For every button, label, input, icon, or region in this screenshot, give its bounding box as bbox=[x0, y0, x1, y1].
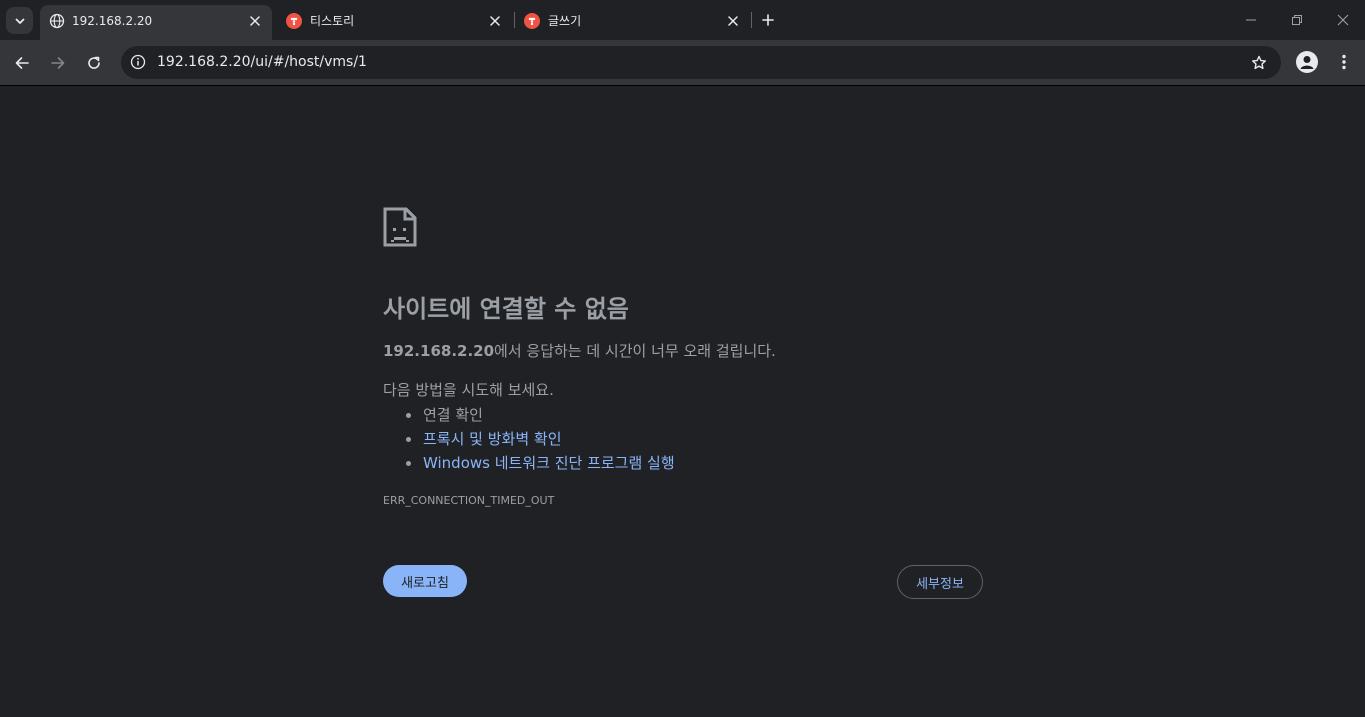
tab-search-button[interactable] bbox=[6, 7, 33, 34]
tistory-icon bbox=[524, 13, 540, 29]
tab-active[interactable]: 192.168.2.20 bbox=[40, 5, 272, 40]
kebab-menu-icon bbox=[1342, 54, 1346, 70]
close-tab-button[interactable] bbox=[248, 14, 262, 28]
arrow-right-icon bbox=[51, 57, 65, 69]
error-message: 에서 응답하는 데 시간이 너무 오래 걸립니다. bbox=[494, 342, 776, 360]
refresh-icon bbox=[88, 56, 100, 69]
tab-title: 192.168.2.20 bbox=[72, 14, 153, 28]
forward-button[interactable] bbox=[45, 50, 71, 76]
error-page bbox=[0, 87, 1365, 717]
tab-separator bbox=[514, 12, 515, 28]
error-heading: 사이트에 연결할 수 없음 bbox=[383, 295, 629, 323]
bookmark-button[interactable] bbox=[1249, 53, 1269, 73]
person-icon bbox=[1300, 56, 1314, 69]
close-icon bbox=[728, 16, 738, 26]
site-info-button[interactable] bbox=[126, 50, 150, 74]
close-icon bbox=[250, 16, 260, 26]
tab-title: 티스토리 bbox=[310, 14, 355, 28]
suggestion-check-connection: 연결 확인 bbox=[423, 406, 483, 424]
arrow-left-icon bbox=[15, 57, 29, 69]
suggestion-check-proxy-link[interactable]: 프록시 및 방화벽 확인 bbox=[423, 430, 562, 448]
error-code: ERR_CONNECTION_TIMED_OUT bbox=[383, 494, 555, 507]
minimize-button[interactable] bbox=[1241, 10, 1261, 30]
list-item: 프록시 및 방화벽 확인 bbox=[406, 427, 675, 451]
tab-tistory[interactable]: 티스토리 bbox=[280, 5, 512, 40]
restore-button[interactable] bbox=[1287, 10, 1307, 30]
restore-icon bbox=[1292, 15, 1302, 25]
error-description: 192.168.2.20에서 응답하는 데 시간이 너무 오래 걸립니다. bbox=[383, 341, 776, 361]
browser-menu-button[interactable] bbox=[1334, 52, 1354, 72]
browser-toolbar: 192.168.2.20/ui/#/host/vms/1 bbox=[0, 40, 1365, 86]
suggestion-run-diagnostics-link[interactable]: Windows 네트워크 진단 프로그램 실행 bbox=[423, 454, 675, 472]
list-item: Windows 네트워크 진단 프로그램 실행 bbox=[406, 451, 675, 475]
close-tab-button[interactable] bbox=[488, 14, 502, 28]
url-text[interactable]: 192.168.2.20/ui/#/host/vms/1 bbox=[157, 54, 367, 71]
close-icon bbox=[490, 16, 500, 26]
star-icon bbox=[1252, 55, 1266, 70]
address-bar[interactable]: 192.168.2.20/ui/#/host/vms/1 bbox=[121, 46, 1281, 79]
suggestions-list: 연결 확인 프록시 및 방화벽 확인 Windows 네트워크 진단 프로그램 … bbox=[406, 403, 675, 475]
tab-strip: 192.168.2.20 티스토리 글쓰기 bbox=[0, 0, 1365, 40]
tab-write[interactable]: 글쓰기 bbox=[518, 5, 750, 40]
minimize-icon bbox=[1246, 19, 1256, 21]
sad-page-icon bbox=[383, 207, 417, 247]
reload-page-button[interactable] bbox=[81, 50, 107, 76]
globe-icon bbox=[49, 13, 65, 29]
chevron-down-icon bbox=[15, 18, 24, 24]
close-window-button[interactable] bbox=[1333, 10, 1353, 30]
suggestions-label: 다음 방법을 시도해 보세요. bbox=[383, 381, 554, 399]
info-icon bbox=[130, 54, 146, 70]
back-button[interactable] bbox=[9, 50, 35, 76]
details-button[interactable]: 세부정보 bbox=[897, 565, 983, 599]
tab-title: 글쓰기 bbox=[548, 14, 582, 28]
error-host: 192.168.2.20 bbox=[383, 342, 495, 360]
reload-button[interactable]: 새로고침 bbox=[383, 565, 467, 597]
new-tab-button[interactable] bbox=[758, 10, 778, 30]
tistory-icon bbox=[286, 13, 302, 29]
close-icon bbox=[1337, 14, 1349, 26]
profile-avatar-button[interactable] bbox=[1296, 51, 1318, 73]
tab-separator bbox=[751, 12, 752, 28]
plus-icon bbox=[762, 14, 774, 26]
list-item: 연결 확인 bbox=[406, 403, 675, 427]
close-tab-button[interactable] bbox=[726, 14, 740, 28]
